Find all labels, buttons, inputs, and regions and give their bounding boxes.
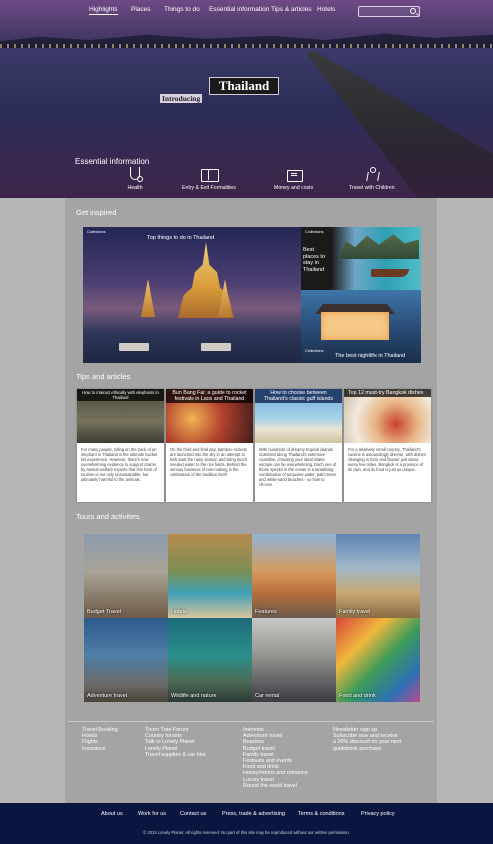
tip-card-text: On the third and final day, bamboo rocke… bbox=[170, 447, 247, 477]
tour-label: Family travel bbox=[339, 609, 371, 615]
tip-card-dishes[interactable]: Top 12 must-try Bangkok dishes For a rel… bbox=[344, 389, 431, 502]
tip-card-title: Top 12 must-try Bangkok dishes bbox=[344, 389, 431, 397]
nav-highlights[interactable]: Highlights bbox=[89, 6, 118, 15]
get-inspired-heading: Get inspired bbox=[76, 208, 117, 217]
tour-wildlife-nature[interactable]: Wildlife and nature bbox=[168, 618, 252, 702]
tours-grid: Budget Travel Hotels Features Family tra… bbox=[84, 534, 422, 702]
divider bbox=[68, 721, 434, 722]
tip-card-title: How to interact ethically with elephants… bbox=[77, 389, 164, 401]
boat-image bbox=[119, 343, 149, 351]
tip-card-image: How to choose between Thailand's classic… bbox=[255, 389, 342, 443]
tile-caption: The best nightlife in Thailand bbox=[335, 353, 406, 359]
nav-hotels[interactable]: Hotels bbox=[317, 6, 335, 13]
essential-health[interactable]: Health bbox=[126, 167, 144, 191]
tour-label: Food and drink bbox=[339, 693, 376, 699]
essential-entry-exit-label: Entry & Exit Formalities bbox=[182, 185, 236, 191]
passport-icon bbox=[200, 167, 219, 183]
footer-link[interactable]: Insurance bbox=[82, 746, 118, 752]
tour-hotels[interactable]: Hotels bbox=[168, 534, 252, 618]
footer-contact-us[interactable]: Contact us bbox=[180, 811, 206, 817]
tip-card-elephants[interactable]: How to interact ethically with elephants… bbox=[77, 389, 164, 502]
tip-card-text: For many people, riding on the back of a… bbox=[81, 447, 158, 482]
footer-terms[interactable]: Terms & conditions bbox=[298, 811, 344, 817]
copyright-text: © 2015 Lonely Planet. All rights reserve… bbox=[143, 830, 350, 835]
footer-link[interactable]: Travel supplies & car hire bbox=[145, 752, 206, 758]
nav-essential-information[interactable]: Essential information bbox=[209, 6, 269, 13]
tip-card-title: How to choose between Thailand's classic… bbox=[255, 389, 342, 403]
child-icon bbox=[363, 167, 381, 183]
tour-label: Hotels bbox=[171, 609, 187, 615]
inspire-tile-places-to-stay[interactable]: Collections Best places to stay in Thail… bbox=[301, 227, 421, 290]
essential-money[interactable]: Money and costs bbox=[274, 167, 313, 191]
hero-banner: Highlights Places Things to do Essential… bbox=[0, 0, 493, 198]
footer-links-booking: Travel Booking Hotels Flights Insurance bbox=[82, 727, 118, 752]
tile-tag: Collections bbox=[305, 230, 324, 234]
essential-health-label: Health bbox=[127, 185, 143, 191]
tip-card-islands[interactable]: How to choose between Thailand's classic… bbox=[255, 389, 342, 502]
footer-privacy[interactable]: Privacy policy bbox=[361, 811, 395, 817]
tour-adventure-travel[interactable]: Adventure travel bbox=[84, 618, 168, 702]
footer-press[interactable]: Press, trade & advertising bbox=[222, 811, 285, 817]
tour-label: Wildlife and nature bbox=[171, 693, 217, 699]
footer-text: guidebook purchase bbox=[333, 745, 382, 752]
tile-caption: Best places to stay in Thailand bbox=[303, 247, 326, 273]
tours-heading: Tours and activities bbox=[76, 512, 140, 521]
tour-label: Budget Travel bbox=[87, 609, 121, 615]
tip-card-image: Top 12 must-try Bangkok dishes bbox=[344, 389, 431, 443]
nav-places[interactable]: Places bbox=[131, 6, 151, 13]
footer-text: a 20% discount on your next bbox=[333, 739, 402, 746]
footer-links-community: Thorn Tree Forum Country forums Talk to … bbox=[145, 727, 206, 758]
site-footer: About us Work for us Contact us Press, t… bbox=[0, 803, 493, 844]
tip-card-image: How to interact ethically with elephants… bbox=[77, 389, 164, 443]
tile-tag: Collections bbox=[305, 349, 324, 353]
tour-label: Features bbox=[255, 609, 277, 615]
health-icon bbox=[126, 167, 144, 183]
tour-label: Adventure travel bbox=[87, 693, 128, 699]
tour-car-rental[interactable]: Car rental bbox=[252, 618, 336, 702]
essential-entry-exit[interactable]: Entry & Exit Formalities bbox=[182, 167, 236, 191]
tour-food-drink[interactable]: Food and drink bbox=[336, 618, 420, 702]
page-subtitle: Introducing bbox=[160, 94, 203, 103]
inspire-tile-top-things[interactable]: Collections Top things to do in Thailand bbox=[83, 227, 301, 363]
villa-image bbox=[321, 312, 389, 340]
footer-links-interests: Interests Adventure travel Beaches Budge… bbox=[243, 727, 308, 789]
nav-things-to-do[interactable]: Things to do bbox=[164, 6, 200, 13]
inspire-tile-nightlife[interactable]: Collections The best nightlife in Thaila… bbox=[301, 290, 421, 363]
essential-info-heading: Essential information bbox=[75, 157, 150, 166]
tour-label: Car rental bbox=[255, 693, 280, 699]
tips-cards: How to interact ethically with elephants… bbox=[77, 389, 431, 502]
footer-newsletter: Newsletter sign up Subscribe now and rec… bbox=[333, 727, 401, 752]
nav-tips-articles[interactable]: Tips & articles bbox=[271, 6, 312, 13]
hero-shade bbox=[0, 120, 493, 198]
tips-heading: Tips and articles bbox=[76, 372, 131, 381]
footer-link[interactable]: Round the world travel bbox=[243, 783, 308, 789]
tip-card-image: Bun Bang Fai: a guide to rocket festival… bbox=[166, 389, 253, 443]
essential-children-label: Travel with Children bbox=[349, 185, 395, 191]
essential-money-label: Money and costs bbox=[274, 185, 314, 191]
longboat-image bbox=[371, 269, 409, 277]
tile-tag: Collections bbox=[87, 230, 106, 234]
tip-card-rocket[interactable]: Bun Bang Fai: a guide to rocket festival… bbox=[166, 389, 253, 502]
tile-caption: Top things to do in Thailand bbox=[147, 235, 215, 241]
footer-about-us[interactable]: About us bbox=[101, 811, 123, 817]
tip-card-text: With hundreds of dreamy tropical islands… bbox=[259, 447, 337, 487]
wallet-icon bbox=[285, 167, 303, 183]
essential-children[interactable]: Travel with Children bbox=[349, 167, 395, 191]
search-icon[interactable] bbox=[410, 8, 416, 14]
page-title: Thailand bbox=[209, 77, 279, 95]
search-input[interactable] bbox=[358, 6, 420, 17]
spire-image bbox=[141, 279, 155, 317]
tour-family-travel[interactable]: Family travel bbox=[336, 534, 420, 618]
tip-card-text: For a relatively small country, Thailand… bbox=[348, 447, 426, 472]
footer-work-for-us[interactable]: Work for us bbox=[138, 811, 166, 817]
tour-features[interactable]: Features bbox=[252, 534, 336, 618]
boat-image bbox=[201, 343, 231, 351]
inspire-grid: Collections Top things to do in Thailand… bbox=[83, 227, 421, 363]
footer-link[interactable]: Honeymoons and romance bbox=[243, 770, 308, 776]
island-image bbox=[339, 234, 419, 259]
tip-card-title: Bun Bang Fai: a guide to rocket festival… bbox=[166, 389, 253, 403]
tour-budget-travel[interactable]: Budget Travel bbox=[84, 534, 168, 618]
